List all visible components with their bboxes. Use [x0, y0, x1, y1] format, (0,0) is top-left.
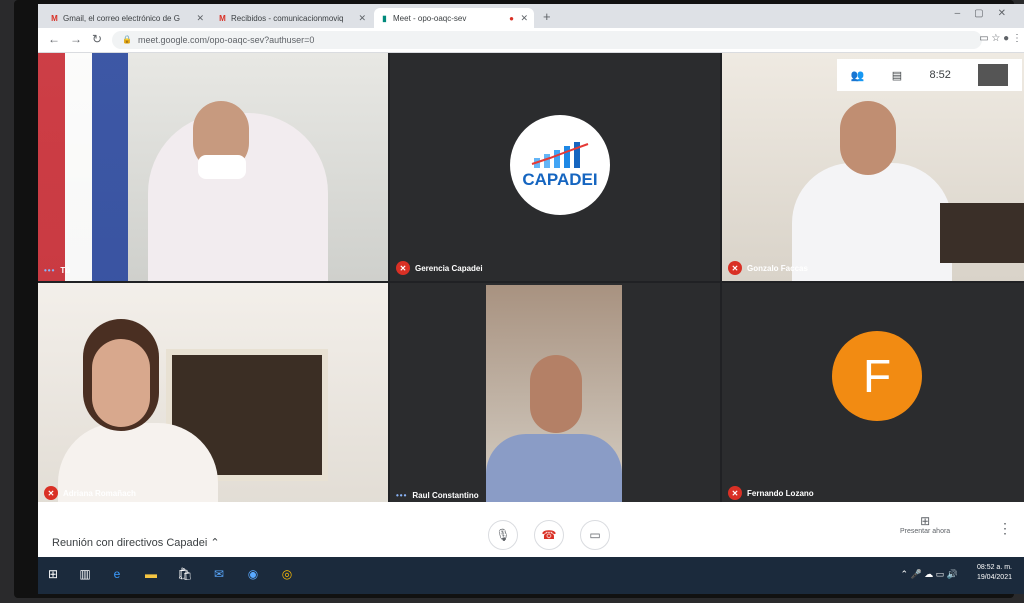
more-options-icon[interactable]: ⋮: [998, 520, 1012, 537]
toolbar-icons[interactable]: ▭ ☆ ● ⋮: [979, 33, 1022, 44]
mic-off-icon: ✕: [728, 486, 742, 500]
reload-icon[interactable]: ↻: [92, 32, 102, 46]
url-text: meet.google.com/opo-oaqc-sev?authuser=0: [138, 35, 315, 45]
forward-icon[interactable]: →: [70, 32, 82, 46]
tab-meet[interactable]: ▮ Meet - opo-oaqc-sev ● ✕: [374, 8, 534, 28]
avatar: F: [832, 331, 922, 421]
desk: [940, 203, 1024, 263]
participant-tile-raul[interactable]: ••• Raul Constantino: [390, 283, 720, 506]
browser-toolbar: ← → ↻ 🔒 meet.google.com/opo-oaqc-sev?aut…: [38, 28, 1024, 53]
participant-name: ✕ Gerencia Capadei: [396, 261, 483, 275]
windows-start-icon[interactable]: ⊞: [46, 567, 60, 581]
screen: M Gmail, el correo electrónico de G ✕ M …: [38, 4, 1024, 594]
monitor-bezel: M Gmail, el correo electrónico de G ✕ M …: [14, 0, 1024, 598]
more-dots-icon: •••: [396, 491, 408, 500]
leave-call-button[interactable]: ☎: [534, 520, 564, 550]
participant-name: ••• Raul Constantino: [396, 491, 479, 500]
taskbar-clock[interactable]: 08:52 a. m. 19/04/2021: [977, 563, 1012, 583]
close-icon[interactable]: ✕: [358, 13, 366, 24]
participant-shirt: [486, 434, 622, 504]
mic-icon: 🎙: [495, 528, 511, 542]
capadei-logo: CAPADEI: [510, 115, 610, 215]
file-explorer-icon[interactable]: ▬: [144, 567, 158, 581]
zoom-icon[interactable]: ◉: [246, 567, 260, 581]
face-mask: [198, 155, 246, 179]
tab-label: Recibidos - comunicacionmoviq: [231, 13, 344, 23]
participant-face: [840, 101, 896, 175]
present-icon: ⊞: [920, 514, 931, 528]
mic-button[interactable]: 🎙: [488, 520, 518, 550]
paraguay-flag: [38, 53, 128, 281]
participant-video: [792, 163, 952, 281]
system-tray-icons[interactable]: ⌃ 🎤 ☁ ▭ 🔊: [901, 569, 958, 580]
edge-icon[interactable]: e: [110, 567, 124, 581]
clock-time: 8:52: [929, 69, 951, 81]
self-view-thumbnail[interactable]: [978, 64, 1009, 86]
tab-label: Meet - opo-oaqc-sev: [393, 13, 467, 23]
meet-top-info: 👥 ▤ 8:52: [837, 59, 1022, 91]
participant-tile-fernando[interactable]: F ✕ Fernando Lozano: [722, 283, 1024, 506]
participant-name: ✕ Fernando Lozano: [728, 486, 814, 500]
chat-icon[interactable]: ▤: [892, 69, 902, 82]
tab-strip: M Gmail, el correo electrónico de G ✕ M …: [38, 4, 1024, 28]
people-icon[interactable]: 👥: [851, 69, 865, 82]
windows-taskbar: ⊞ ▥ e ▬ 🛍 ✉ ◉ ◎ ⌃ 🎤 ☁ ▭ 🔊 08:52 a. m. 19…: [38, 557, 1024, 594]
chrome-icon[interactable]: ◎: [280, 567, 294, 581]
recording-icon: ●: [509, 13, 514, 23]
address-bar[interactable]: 🔒 meet.google.com/opo-oaqc-sev?authuser=…: [112, 31, 982, 49]
participant-video: [486, 285, 622, 504]
present-now-button[interactable]: ⊞ Presentar ahora: [900, 514, 950, 535]
task-view-icon[interactable]: ▥: [78, 567, 92, 581]
hang-up-icon: ☎: [541, 528, 557, 542]
gmail-icon: M: [51, 13, 58, 23]
camera-icon: ▭: [589, 528, 601, 542]
logo-text: CAPADEI: [522, 170, 598, 189]
mic-off-icon: ✕: [44, 486, 58, 500]
participant-tile-gonzalo[interactable]: 👥 ▤ 8:52 ✕ Gonzalo Faccas: [722, 53, 1024, 281]
meet-controls-bar: Reunión con directivos Capadei ⌃ 🎙 ☎ ▭ ⊞…: [38, 502, 1024, 557]
participant-tile-adriana[interactable]: ✕ Adriana Romañach: [38, 283, 388, 506]
participant-tile-self[interactable]: ••• Tú: [38, 53, 388, 281]
participant-name: ••• Tú: [44, 266, 71, 275]
mail-icon[interactable]: ✉: [212, 567, 226, 581]
participant-face: [92, 339, 150, 427]
participant-tile-capadei[interactable]: CAPADEI ✕ Gerencia Capadei: [390, 53, 720, 281]
meeting-title[interactable]: Reunión con directivos Capadei ⌃: [52, 536, 220, 549]
meet-grid: ••• Tú CAPADEI ✕ Gerencia Capadei 👥 ▤ 8:…: [38, 53, 1024, 506]
bar-chart-icon: [531, 142, 589, 168]
meet-icon: ▮: [382, 13, 387, 23]
mic-off-icon: ✕: [396, 261, 410, 275]
camera-button[interactable]: ▭: [580, 520, 610, 550]
tab-recibidos[interactable]: M Recibidos - comunicacionmoviq ✕: [212, 8, 372, 28]
more-dots-icon: •••: [44, 266, 56, 275]
store-icon[interactable]: 🛍: [177, 567, 192, 581]
gmail-icon: M: [219, 13, 226, 23]
participant-name: ✕ Gonzalo Faccas: [728, 261, 808, 275]
lock-icon: 🔒: [122, 35, 132, 44]
tab-label: Gmail, el correo electrónico de G: [63, 13, 180, 23]
close-icon[interactable]: ✕: [196, 13, 204, 24]
participant-face: [530, 355, 582, 433]
mic-off-icon: ✕: [728, 261, 742, 275]
chevron-up-icon: ⌃: [210, 537, 220, 549]
back-icon[interactable]: ←: [48, 32, 60, 46]
new-tab-button[interactable]: +: [543, 9, 551, 24]
close-icon[interactable]: ✕: [520, 13, 528, 24]
participant-name: ✕ Adriana Romañach: [44, 486, 136, 500]
tab-gmail[interactable]: M Gmail, el correo electrónico de G ✕: [44, 8, 210, 28]
window-controls[interactable]: –▢✕: [955, 8, 1020, 19]
